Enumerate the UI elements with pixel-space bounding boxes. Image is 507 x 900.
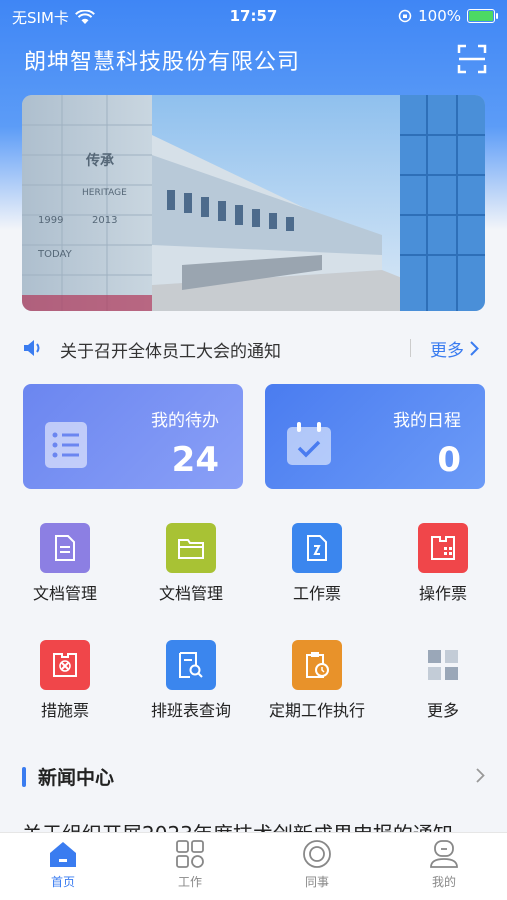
banner-sign-text: 传承 (85, 152, 114, 169)
tab-profile[interactable]: 我的 (404, 839, 484, 890)
operation-ticket-icon (418, 523, 468, 573)
app-periodic-work[interactable]: 定期工作执行 (262, 640, 372, 721)
tab-colleagues[interactable]: 同事 (277, 839, 357, 890)
banner-today: TODAY (37, 249, 73, 260)
schedule-card[interactable]: 我的日程 0 (265, 384, 485, 489)
notice-bar[interactable]: 关于召开全体员工大会的通知 更多 (0, 325, 507, 371)
scan-icon[interactable] (457, 44, 487, 74)
todo-label: 我的待办 (151, 411, 219, 431)
app-label: 文档管理 (158, 584, 223, 603)
notice-more-label: 更多 (430, 341, 464, 361)
notice-more-link[interactable]: 更多 (430, 336, 479, 361)
app-document-management-1[interactable]: 文档管理 (10, 523, 120, 604)
app-label: 操作票 (418, 584, 467, 603)
measure-ticket-icon (40, 640, 90, 690)
news-title: 新闻中心 (38, 767, 115, 789)
app-shift-schedule-query[interactable]: 排班表查询 (136, 640, 246, 721)
work-grid-icon (176, 840, 204, 868)
checklist-icon (45, 422, 87, 468)
colleagues-icon (303, 840, 331, 868)
app-label: 定期工作执行 (268, 701, 365, 720)
more-grid-icon (418, 640, 468, 690)
banner-year-left: 1999 (38, 215, 63, 226)
periodic-work-icon (292, 640, 342, 690)
tab-label: 我的 (431, 875, 456, 889)
tab-home[interactable]: 首页 (23, 839, 103, 890)
banner-year-right: 2013 (92, 215, 117, 226)
news-center-header[interactable]: 新闻中心 (0, 760, 507, 800)
schedule-search-icon (166, 640, 216, 690)
app-label: 文档管理 (32, 584, 97, 603)
banner-image: 传承 HERITAGE 1999 2013 TODAY (22, 95, 485, 311)
notice-divider (410, 339, 411, 357)
notice-text[interactable]: 关于召开全体员工大会的通知 (60, 337, 281, 362)
app-label: 措施票 (40, 701, 89, 720)
folder-icon (166, 523, 216, 573)
app-label: 工作票 (292, 584, 341, 603)
todo-card[interactable]: 我的待办 24 (23, 384, 243, 489)
schedule-count: 0 (437, 440, 461, 480)
banner-carousel[interactable]: 传承 HERITAGE 1999 2013 TODAY (22, 95, 485, 311)
app-label: 排班表查询 (150, 701, 231, 720)
app-more[interactable]: 更多 (388, 640, 498, 721)
status-bar: 无SIM卡 17:57 100% (0, 0, 507, 34)
calendar-icon (287, 422, 331, 465)
app-document-management-2[interactable]: 文档管理 (136, 523, 246, 604)
status-right: 100% (398, 7, 498, 25)
work-ticket-icon (292, 523, 342, 573)
profile-icon (430, 840, 458, 868)
todo-count: 24 (171, 440, 219, 480)
schedule-label: 我的日程 (393, 411, 461, 431)
chevron-right-icon[interactable] (476, 768, 485, 783)
news-title-accent (22, 767, 26, 787)
orientation-lock-icon (398, 9, 412, 23)
home-icon (50, 842, 76, 867)
battery-percent: 100% (418, 7, 461, 25)
speaker-icon (24, 340, 40, 356)
company-name: 朗坤智慧科技股份有限公司 (24, 50, 301, 75)
tab-label: 工作 (177, 875, 202, 889)
app-work-ticket[interactable]: 工作票 (262, 523, 372, 604)
app-label: 更多 (426, 701, 459, 720)
tab-work[interactable]: 工作 (150, 839, 230, 890)
app-operation-ticket[interactable]: 操作票 (388, 523, 498, 604)
banner-sign-en: HERITAGE (82, 188, 127, 198)
chevron-right-icon (470, 341, 479, 356)
document-icon (40, 523, 90, 573)
tab-label: 同事 (304, 875, 329, 889)
app-measure-ticket[interactable]: 措施票 (10, 640, 120, 721)
tab-label: 首页 (50, 875, 75, 889)
tab-bar: 首页 工作 同事 我的 (0, 832, 507, 900)
battery-icon (467, 9, 498, 23)
